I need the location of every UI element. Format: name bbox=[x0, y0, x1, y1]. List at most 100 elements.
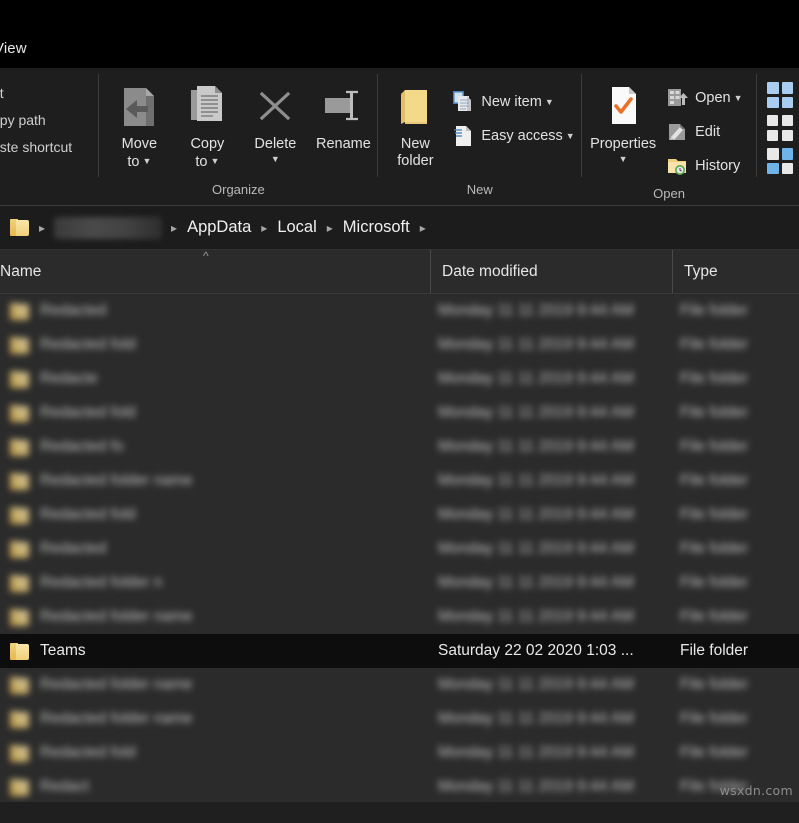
table-row[interactable]: Redacted Monday 11 11 2019 9:44 AM File fo… bbox=[0, 294, 799, 328]
edit-button[interactable]: Edit bbox=[660, 115, 748, 149]
properties-button[interactable]: Properties ▼ bbox=[586, 77, 660, 164]
view-medium-icons[interactable] bbox=[767, 115, 794, 141]
file-name-cell: Redacted fo bbox=[4, 438, 430, 456]
new-folder-button[interactable]: New folder bbox=[384, 77, 446, 170]
file-date-cell: Monday 11 11 2019 9:44 AM bbox=[430, 370, 672, 388]
file-type-label: File folder bbox=[680, 608, 749, 625]
file-name-label: Redacted folder name bbox=[40, 472, 193, 489]
view-large-icons[interactable] bbox=[767, 82, 794, 108]
table-row[interactable]: Redacted fold Monday 11 11 2019 9:44 AM Fi… bbox=[0, 396, 799, 430]
file-type-cell: File folder bbox=[672, 642, 799, 660]
file-list-rows-below: Redacted folder name Monday 11 11 2019 9:… bbox=[0, 668, 799, 802]
cut-button[interactable]: ut bbox=[0, 80, 4, 107]
file-type-label: File folder bbox=[680, 744, 749, 761]
folder-icon bbox=[10, 642, 30, 660]
breadcrumb-item-redacted[interactable] bbox=[54, 216, 163, 239]
file-type-cell: File folder bbox=[672, 370, 799, 388]
table-row[interactable]: Redacted fo Monday 11 11 2019 9:44 AM File… bbox=[0, 430, 799, 464]
column-header-date-modified[interactable]: Date modified bbox=[430, 250, 672, 293]
folder-icon bbox=[10, 710, 30, 728]
file-type-cell: File folder bbox=[672, 676, 799, 694]
chevron-down-icon[interactable]: ▼ bbox=[210, 153, 219, 170]
file-date-label: Monday 11 11 2019 9:44 AM bbox=[438, 336, 634, 353]
file-type-label: File folder bbox=[680, 506, 749, 523]
edit-icon bbox=[664, 119, 690, 145]
breadcrumb-item-local[interactable]: Local bbox=[272, 218, 321, 237]
file-date-label: Monday 11 11 2019 9:44 AM bbox=[438, 472, 634, 489]
new-item-icon bbox=[450, 89, 476, 115]
table-row[interactable]: Redacted folder name Monday 11 11 2019 9:… bbox=[0, 668, 799, 702]
breadcrumb-item-appdata[interactable]: AppData bbox=[182, 218, 256, 237]
rename-button[interactable]: Rename bbox=[309, 77, 377, 153]
file-type-label: File folder bbox=[680, 438, 749, 455]
breadcrumb-separator: ▸ bbox=[171, 220, 178, 235]
file-date-label: Monday 11 11 2019 9:44 AM bbox=[438, 506, 634, 523]
file-date-label: Monday 11 11 2019 9:44 AM bbox=[438, 744, 634, 761]
paste-shortcut-button[interactable]: aste shortcut bbox=[0, 134, 72, 161]
breadcrumb-item-microsoft[interactable]: Microsoft bbox=[338, 218, 415, 237]
view-layout-group bbox=[757, 68, 799, 205]
file-type-cell: File folder bbox=[672, 506, 799, 524]
file-list-rows-above: Redacted Monday 11 11 2019 9:44 AM File fo… bbox=[0, 294, 799, 634]
table-row[interactable]: Redacte Monday 11 11 2019 9:44 AM File fol… bbox=[0, 362, 799, 396]
file-name-cell: Redacted folder name bbox=[4, 676, 430, 694]
chevron-down-icon[interactable]: ▼ bbox=[619, 154, 628, 164]
column-header-name[interactable]: Name bbox=[0, 250, 430, 293]
table-row[interactable]: Redacted folder name Monday 11 11 2019 9:… bbox=[0, 464, 799, 498]
address-bar[interactable]: ▸ ▸ AppData ▸ Local ▸ Microsoft ▸ bbox=[0, 206, 799, 250]
file-type-label: File folder bbox=[680, 302, 749, 319]
table-row[interactable]: Redacted fold Monday 11 11 2019 9:44 AM Fi… bbox=[0, 498, 799, 532]
new-item-button[interactable]: New item ▼ bbox=[446, 85, 580, 119]
open-label: Open bbox=[695, 90, 731, 106]
file-name-cell: Redacted folder n bbox=[4, 574, 430, 592]
table-row[interactable]: Redacted fold Monday 11 11 2019 9:44 AM Fi… bbox=[0, 328, 799, 362]
view-details[interactable] bbox=[767, 148, 794, 174]
new-folder-icon bbox=[395, 81, 435, 133]
file-date-cell: Monday 11 11 2019 9:44 AM bbox=[430, 608, 672, 626]
table-row[interactable]: Redacted folder name Monday 11 11 2019 9:… bbox=[0, 600, 799, 634]
history-button[interactable]: History bbox=[660, 149, 748, 183]
table-row[interactable]: Redacted folder n Monday 11 11 2019 9:44 … bbox=[0, 566, 799, 600]
chevron-down-icon[interactable]: ▼ bbox=[545, 97, 554, 107]
copy-path-button[interactable]: opy path bbox=[0, 107, 46, 134]
file-type-cell: File folder bbox=[672, 540, 799, 558]
chevron-down-icon[interactable]: ▼ bbox=[142, 153, 151, 170]
easy-access-button[interactable]: Easy access ▼ bbox=[446, 119, 580, 153]
tab-view[interactable]: View bbox=[0, 40, 27, 57]
file-date-cell: Monday 11 11 2019 9:44 AM bbox=[430, 778, 672, 796]
column-header-type[interactable]: Type bbox=[672, 250, 799, 293]
move-to-icon bbox=[115, 81, 163, 133]
file-name-label: Redacted fold bbox=[40, 506, 136, 523]
move-to-label: Move to bbox=[121, 136, 158, 170]
breadcrumb-separator: ▸ bbox=[39, 220, 46, 235]
table-row[interactable]: Teams Saturday 22 02 2020 1:03 ... File … bbox=[0, 634, 799, 668]
file-explorer-window: View ut opy path aste shortcut bbox=[0, 0, 799, 823]
file-list[interactable]: Redacted Monday 11 11 2019 9:44 AM File fo… bbox=[0, 294, 799, 802]
easy-access-label: Easy access bbox=[481, 128, 563, 144]
copy-to-icon bbox=[183, 81, 231, 133]
file-type-label: File folder bbox=[680, 642, 749, 659]
open-button[interactable]: Open ▼ bbox=[660, 81, 748, 115]
file-date-cell: Monday 11 11 2019 9:44 AM bbox=[430, 574, 672, 592]
folder-icon bbox=[10, 336, 30, 354]
table-row[interactable]: Redact Monday 11 11 2019 9:44 AM File fold… bbox=[0, 770, 799, 802]
file-name-cell: Redacted bbox=[4, 302, 430, 320]
move-to-button[interactable]: Move to ▼ bbox=[105, 77, 173, 171]
table-row[interactable]: Redacted fold Monday 11 11 2019 9:44 AM Fi… bbox=[0, 736, 799, 770]
file-name-cell: Redacte bbox=[4, 370, 430, 388]
copy-to-button[interactable]: Copy to ▼ bbox=[173, 77, 241, 171]
ribbon-group-label-open: Open bbox=[653, 186, 685, 201]
table-row[interactable]: Redacted Monday 11 11 2019 9:44 AM File f… bbox=[0, 532, 799, 566]
folder-icon bbox=[10, 438, 30, 456]
file-type-label: File folder bbox=[680, 574, 749, 591]
chevron-down-icon[interactable]: ▼ bbox=[734, 93, 743, 103]
rename-label: Rename bbox=[315, 136, 371, 152]
delete-button[interactable]: Delete ▼ bbox=[241, 77, 309, 164]
chevron-down-icon[interactable]: ▼ bbox=[566, 131, 575, 141]
new-item-label: New item bbox=[481, 94, 542, 110]
table-row[interactable]: Redacted folder name Monday 11 11 2019 9:… bbox=[0, 702, 799, 736]
ribbon-group-organize: Move to ▼ Copy to ▼ Delete ▼ Rename Orga… bbox=[99, 68, 377, 205]
file-name-label: Redacte bbox=[40, 370, 98, 387]
folder-icon bbox=[10, 472, 30, 490]
chevron-down-icon[interactable]: ▼ bbox=[271, 154, 280, 164]
